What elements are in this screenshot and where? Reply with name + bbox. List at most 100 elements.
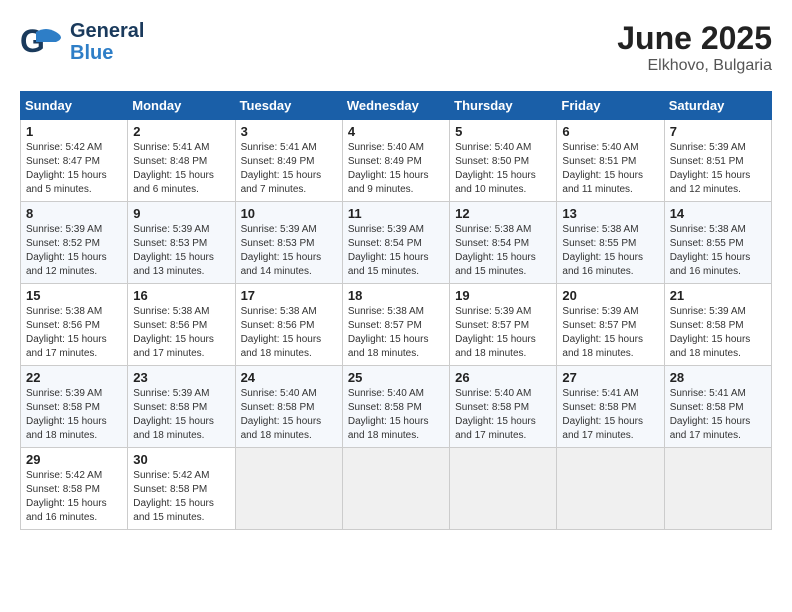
calendar-cell: 1Sunrise: 5:42 AMSunset: 8:47 PMDaylight…	[21, 120, 128, 202]
day-info: Sunrise: 5:39 AMSunset: 8:53 PMDaylight:…	[133, 223, 229, 279]
calendar-week-5: 29Sunrise: 5:42 AMSunset: 8:58 PMDayligh…	[21, 448, 772, 530]
day-info: Sunrise: 5:38 AMSunset: 8:56 PMDaylight:…	[133, 305, 229, 361]
col-friday: Friday	[557, 92, 664, 120]
day-number: 12	[455, 206, 551, 221]
calendar-week-4: 22Sunrise: 5:39 AMSunset: 8:58 PMDayligh…	[21, 366, 772, 448]
day-info: Sunrise: 5:41 AMSunset: 8:49 PMDaylight:…	[241, 141, 337, 197]
day-number: 28	[670, 370, 766, 385]
day-info: Sunrise: 5:39 AMSunset: 8:52 PMDaylight:…	[26, 223, 122, 279]
month-year-title: June 2025	[617, 20, 772, 57]
day-info: Sunrise: 5:39 AMSunset: 8:54 PMDaylight:…	[348, 223, 444, 279]
day-info: Sunrise: 5:40 AMSunset: 8:58 PMDaylight:…	[241, 387, 337, 443]
col-saturday: Saturday	[664, 92, 771, 120]
calendar-cell: 9 Sunrise: 5:39 AMSunset: 8:53 PMDaylight…	[128, 202, 235, 284]
logo: G General Blue	[20, 20, 144, 64]
day-info: Sunrise: 5:42 AMSunset: 8:58 PMDaylight:…	[133, 469, 229, 525]
day-number: 4	[348, 124, 444, 139]
day-info: Sunrise: 5:39 AMSunset: 8:58 PMDaylight:…	[133, 387, 229, 443]
calendar-cell	[235, 448, 342, 530]
day-number: 9	[133, 206, 229, 221]
calendar-cell	[557, 448, 664, 530]
calendar-cell: 24 Sunrise: 5:40 AMSunset: 8:58 PMDayligh…	[235, 366, 342, 448]
day-info: Sunrise: 5:38 AMSunset: 8:55 PMDaylight:…	[562, 223, 658, 279]
calendar-cell: 28 Sunrise: 5:41 AMSunset: 8:58 PMDayligh…	[664, 366, 771, 448]
page-header: G General Blue June 2025 Elkhovo, Bulgar…	[20, 20, 772, 75]
day-info: Sunrise: 5:38 AMSunset: 8:55 PMDaylight:…	[670, 223, 766, 279]
day-number: 21	[670, 288, 766, 303]
day-info: Sunrise: 5:40 AMSunset: 8:58 PMDaylight:…	[348, 387, 444, 443]
calendar-cell: 15 Sunrise: 5:38 AMSunset: 8:56 PMDayligh…	[21, 284, 128, 366]
col-sunday: Sunday	[21, 92, 128, 120]
day-number: 15	[26, 288, 122, 303]
calendar-cell: 20 Sunrise: 5:39 AMSunset: 8:57 PMDayligh…	[557, 284, 664, 366]
day-info: Sunrise: 5:39 AMSunset: 8:58 PMDaylight:…	[670, 305, 766, 361]
day-info: Sunrise: 5:38 AMSunset: 8:54 PMDaylight:…	[455, 223, 551, 279]
day-number: 25	[348, 370, 444, 385]
calendar-cell: 27 Sunrise: 5:41 AMSunset: 8:58 PMDayligh…	[557, 366, 664, 448]
calendar-cell: 25 Sunrise: 5:40 AMSunset: 8:58 PMDayligh…	[342, 366, 449, 448]
calendar-cell: 14 Sunrise: 5:38 AMSunset: 8:55 PMDayligh…	[664, 202, 771, 284]
calendar-cell: 10 Sunrise: 5:39 AMSunset: 8:53 PMDayligh…	[235, 202, 342, 284]
calendar-cell: 6Sunrise: 5:40 AMSunset: 8:51 PMDaylight…	[557, 120, 664, 202]
day-number: 30	[133, 452, 229, 467]
title-block: June 2025 Elkhovo, Bulgaria	[617, 20, 772, 75]
calendar-table: Sunday Monday Tuesday Wednesday Thursday…	[20, 91, 772, 530]
logo-blue: Blue	[70, 42, 144, 64]
day-number: 26	[455, 370, 551, 385]
calendar-cell: 8Sunrise: 5:39 AMSunset: 8:52 PMDaylight…	[21, 202, 128, 284]
location-subtitle: Elkhovo, Bulgaria	[617, 57, 772, 75]
day-info: Sunrise: 5:38 AMSunset: 8:57 PMDaylight:…	[348, 305, 444, 361]
calendar-cell: 23 Sunrise: 5:39 AMSunset: 8:58 PMDayligh…	[128, 366, 235, 448]
day-number: 27	[562, 370, 658, 385]
day-info: Sunrise: 5:40 AMSunset: 8:49 PMDaylight:…	[348, 141, 444, 197]
col-thursday: Thursday	[450, 92, 557, 120]
day-number: 3	[241, 124, 337, 139]
calendar-header-row: Sunday Monday Tuesday Wednesday Thursday…	[21, 92, 772, 120]
day-info: Sunrise: 5:41 AMSunset: 8:58 PMDaylight:…	[670, 387, 766, 443]
calendar-cell: 19 Sunrise: 5:39 AMSunset: 8:57 PMDayligh…	[450, 284, 557, 366]
calendar-cell: 26Sunrise: 5:40 AMSunset: 8:58 PMDayligh…	[450, 366, 557, 448]
calendar-cell: 13 Sunrise: 5:38 AMSunset: 8:55 PMDayligh…	[557, 202, 664, 284]
day-info: Sunrise: 5:39 AMSunset: 8:51 PMDaylight:…	[670, 141, 766, 197]
calendar-cell: 29Sunrise: 5:42 AMSunset: 8:58 PMDayligh…	[21, 448, 128, 530]
calendar-cell: 2 Sunrise: 5:41 AMSunset: 8:48 PMDaylight…	[128, 120, 235, 202]
day-info: Sunrise: 5:40 AMSunset: 8:51 PMDaylight:…	[562, 141, 658, 197]
calendar-cell: 18Sunrise: 5:38 AMSunset: 8:57 PMDayligh…	[342, 284, 449, 366]
day-info: Sunrise: 5:41 AMSunset: 8:58 PMDaylight:…	[562, 387, 658, 443]
day-info: Sunrise: 5:39 AMSunset: 8:57 PMDaylight:…	[562, 305, 658, 361]
day-number: 2	[133, 124, 229, 139]
day-number: 20	[562, 288, 658, 303]
day-number: 24	[241, 370, 337, 385]
calendar-cell: 5 Sunrise: 5:40 AMSunset: 8:50 PMDaylight…	[450, 120, 557, 202]
day-info: Sunrise: 5:41 AMSunset: 8:48 PMDaylight:…	[133, 141, 229, 197]
calendar-cell	[450, 448, 557, 530]
calendar-cell	[664, 448, 771, 530]
day-info: Sunrise: 5:39 AMSunset: 8:57 PMDaylight:…	[455, 305, 551, 361]
day-info: Sunrise: 5:39 AMSunset: 8:58 PMDaylight:…	[26, 387, 122, 443]
day-number: 13	[562, 206, 658, 221]
day-number: 5	[455, 124, 551, 139]
day-number: 23	[133, 370, 229, 385]
calendar-cell: 17Sunrise: 5:38 AMSunset: 8:56 PMDayligh…	[235, 284, 342, 366]
calendar-cell: 16Sunrise: 5:38 AMSunset: 8:56 PMDayligh…	[128, 284, 235, 366]
day-info: Sunrise: 5:38 AMSunset: 8:56 PMDaylight:…	[26, 305, 122, 361]
day-number: 10	[241, 206, 337, 221]
day-number: 19	[455, 288, 551, 303]
day-number: 7	[670, 124, 766, 139]
calendar-cell: 30 Sunrise: 5:42 AMSunset: 8:58 PMDayligh…	[128, 448, 235, 530]
day-info: Sunrise: 5:39 AMSunset: 8:53 PMDaylight:…	[241, 223, 337, 279]
calendar-cell: 4 Sunrise: 5:40 AMSunset: 8:49 PMDaylight…	[342, 120, 449, 202]
calendar-cell: 7 Sunrise: 5:39 AMSunset: 8:51 PMDaylight…	[664, 120, 771, 202]
logo-general: General	[70, 20, 144, 42]
day-number: 14	[670, 206, 766, 221]
calendar-cell: 21 Sunrise: 5:39 AMSunset: 8:58 PMDayligh…	[664, 284, 771, 366]
day-info: Sunrise: 5:40 AMSunset: 8:50 PMDaylight:…	[455, 141, 551, 197]
day-info: Sunrise: 5:42 AMSunset: 8:58 PMDaylight:…	[26, 469, 122, 525]
calendar-week-3: 15 Sunrise: 5:38 AMSunset: 8:56 PMDayligh…	[21, 284, 772, 366]
col-tuesday: Tuesday	[235, 92, 342, 120]
col-monday: Monday	[128, 92, 235, 120]
calendar-cell: 22Sunrise: 5:39 AMSunset: 8:58 PMDayligh…	[21, 366, 128, 448]
day-number: 1	[26, 124, 122, 139]
calendar-week-2: 8Sunrise: 5:39 AMSunset: 8:52 PMDaylight…	[21, 202, 772, 284]
calendar-cell: 12 Sunrise: 5:38 AMSunset: 8:54 PMDayligh…	[450, 202, 557, 284]
